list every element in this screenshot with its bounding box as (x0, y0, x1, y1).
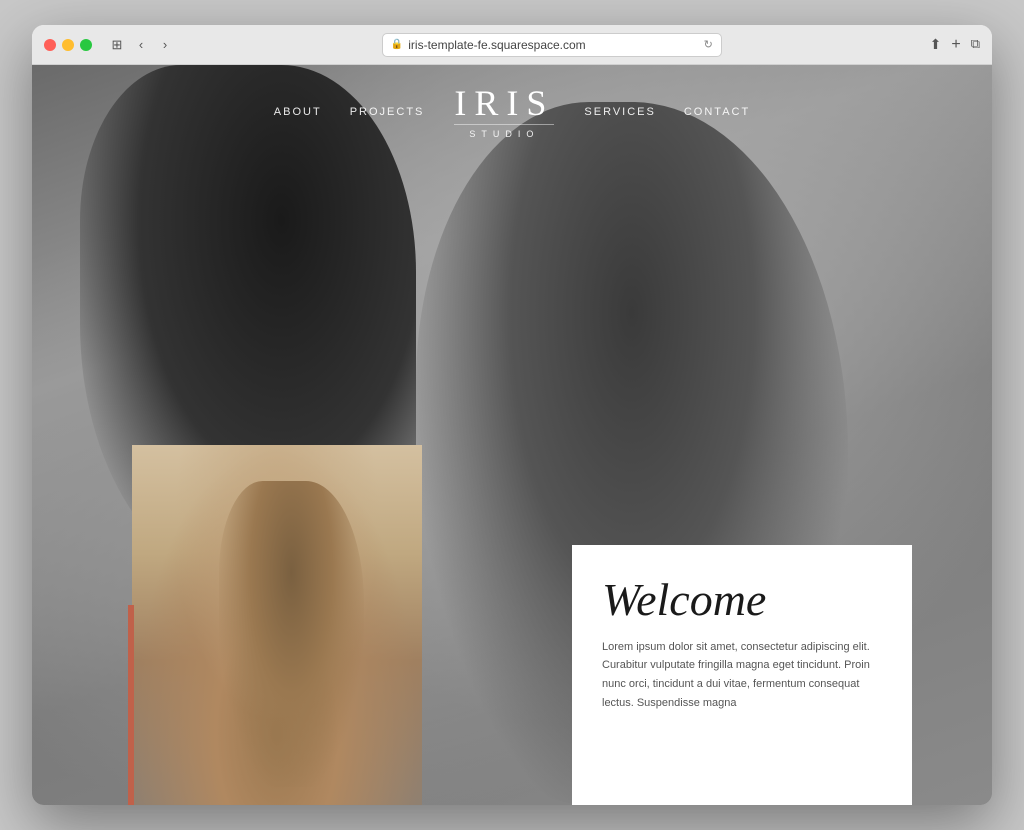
reload-icon[interactable]: ↻ (704, 38, 713, 51)
nav-projects[interactable]: PROJECTS (350, 106, 425, 118)
title-bar-right: ⬆ + ⧉ (930, 36, 980, 54)
back-button[interactable]: ‹ (132, 36, 150, 54)
sidebar-toggle-icon[interactable]: ⊞ (108, 36, 126, 54)
nav-controls: ⊞ ‹ › (108, 36, 174, 54)
lock-icon: 🔒 (391, 39, 403, 50)
maximize-button[interactable] (80, 39, 92, 51)
new-tab-icon[interactable]: + (951, 36, 960, 54)
traffic-lights (44, 39, 92, 51)
share-icon[interactable]: ⬆ (930, 36, 942, 54)
welcome-title: Welcome (602, 575, 882, 626)
nav-left: ABOUT PROJECTS (274, 106, 425, 118)
site-logo[interactable]: IRIS STUDIO (454, 85, 554, 139)
hero-section: ABOUT PROJECTS IRIS STUDIO SERVICES CONT… (32, 65, 992, 805)
title-bar: ⊞ ‹ › 🔒 iris-template-fe.squarespace.com… (32, 25, 992, 65)
url-text: iris-template-fe.squarespace.com (408, 38, 585, 52)
logo-title: IRIS (454, 85, 554, 121)
navigation: ABOUT PROJECTS IRIS STUDIO SERVICES CONT… (32, 65, 992, 159)
bottom-content: Welcome Lorem ipsum dolor sit amet, cons… (32, 398, 992, 805)
welcome-panel: Welcome Lorem ipsum dolor sit amet, cons… (572, 545, 912, 805)
address-bar: 🔒 iris-template-fe.squarespace.com ↻ (182, 33, 922, 57)
nav-contact[interactable]: CONTACT (684, 106, 750, 118)
tabs-icon[interactable]: ⧉ (971, 36, 980, 54)
nav-services[interactable]: SERVICES (584, 106, 655, 118)
url-input[interactable]: 🔒 iris-template-fe.squarespace.com ↻ (382, 33, 722, 57)
overlay-photo (132, 445, 422, 805)
browser-content: ABOUT PROJECTS IRIS STUDIO SERVICES CONT… (32, 65, 992, 805)
welcome-body: Lorem ipsum dolor sit amet, consectetur … (602, 638, 882, 713)
overlay-photo-inner (132, 445, 422, 805)
close-button[interactable] (44, 39, 56, 51)
nav-about[interactable]: ABOUT (274, 106, 322, 118)
nav-right: SERVICES CONTACT (584, 106, 750, 118)
logo-subtitle: STUDIO (454, 124, 554, 139)
mac-window: ⊞ ‹ › 🔒 iris-template-fe.squarespace.com… (32, 25, 992, 805)
forward-button[interactable]: › (156, 36, 174, 54)
minimize-button[interactable] (62, 39, 74, 51)
red-accent-bar (128, 605, 134, 805)
